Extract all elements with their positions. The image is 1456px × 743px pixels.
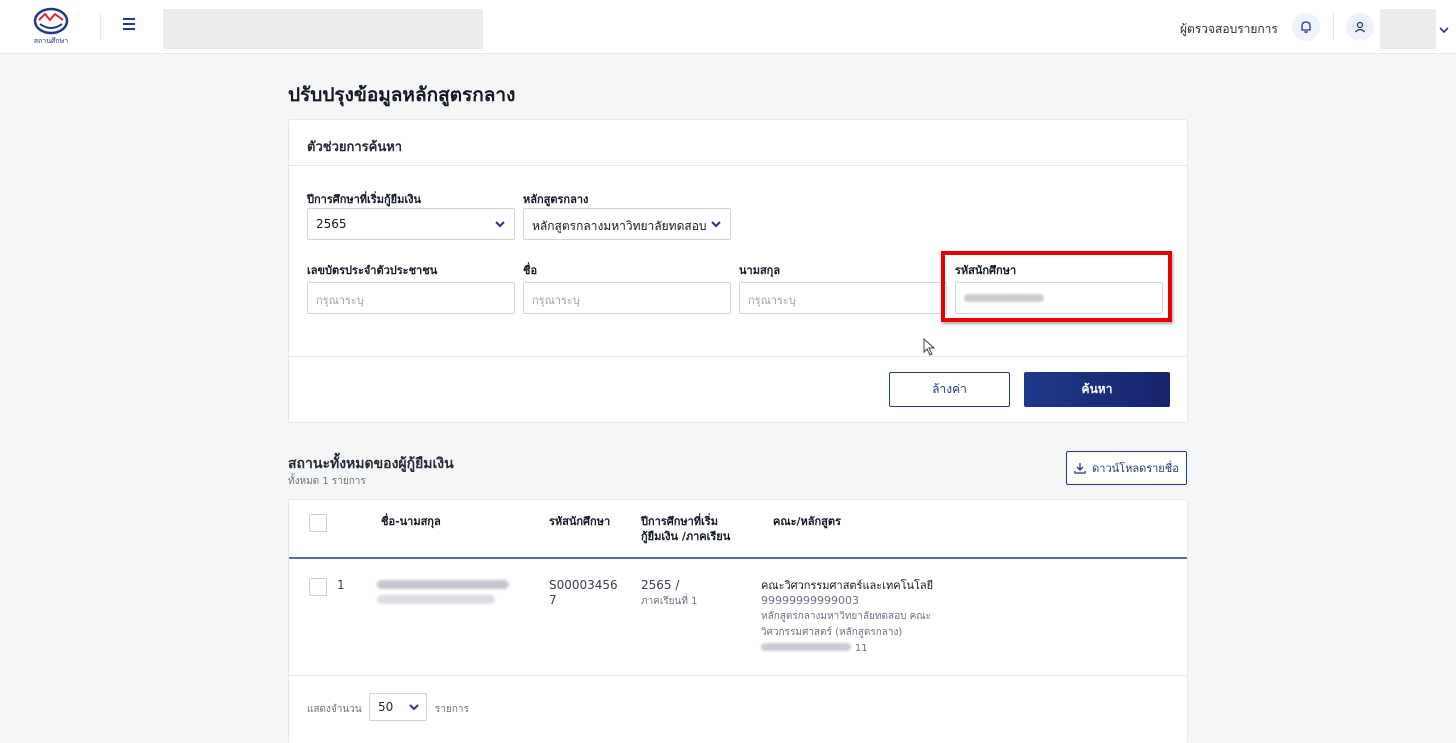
download-list-button[interactable]: ดาวน์โหลดรายชื่อ bbox=[1066, 451, 1187, 485]
column-header-student-id: รหัสนักศึกษา bbox=[549, 515, 611, 528]
curriculum-select[interactable]: หลักสูตรกลางมหาวิทยาลัยทดสอบ bbox=[523, 208, 731, 240]
year-label: ปีการศึกษาที่เริ่มกู้ยืมเงิน bbox=[307, 193, 421, 206]
year-select[interactable]: 2565 bbox=[307, 208, 515, 240]
id-card-label: เลขบัตรประจำตัวประชาชน bbox=[307, 264, 438, 277]
curriculum-label: หลักสูตรกลาง bbox=[523, 193, 589, 206]
results-count: ทั้งหมด 1 รายการ bbox=[288, 476, 366, 487]
results-title: สถานะทั้งหมดของผู้กู้ยืมเงิน bbox=[288, 456, 454, 472]
id-card-input[interactable]: กรุณาระบุ bbox=[307, 282, 515, 314]
user-name-box[interactable] bbox=[1380, 9, 1436, 49]
notification-bell-icon[interactable] bbox=[1292, 13, 1320, 41]
divider bbox=[289, 675, 1187, 676]
table-header-divider bbox=[289, 557, 1187, 559]
divider bbox=[100, 12, 101, 40]
page-size-select[interactable]: 50 bbox=[369, 693, 427, 721]
logo-text: สถานศึกษา bbox=[33, 37, 69, 45]
row-faculty: คณะวิศวกรรมศาสตร์และเทคโนโลยี 9999999999… bbox=[761, 579, 934, 654]
header-search-box[interactable] bbox=[163, 9, 483, 49]
divider bbox=[289, 356, 1187, 357]
page-title: ปรับปรุงข้อมูลหลักสูตรกลาง bbox=[288, 84, 516, 106]
divider bbox=[1333, 12, 1334, 40]
page-size-label: แสดงจำนวน bbox=[307, 704, 362, 715]
row-index: 1 bbox=[337, 578, 345, 592]
select-all-checkbox[interactable] bbox=[309, 514, 327, 532]
row-student-id: S00003456 7 bbox=[549, 578, 618, 607]
user-avatar-icon[interactable] bbox=[1346, 13, 1374, 41]
download-button-label: ดาวน์โหลดรายชื่อ bbox=[1092, 462, 1179, 475]
year-select-value: 2565 bbox=[316, 217, 347, 231]
download-icon bbox=[1074, 463, 1086, 474]
chevron-down-icon[interactable] bbox=[1438, 20, 1450, 39]
first-name-label: ชื่อ bbox=[523, 264, 538, 277]
column-header-year-term: ปีการศึกษาที่เริ่ม กู้ยืมเงิน /ภาคเรียน bbox=[641, 515, 731, 543]
row-year-term: 2565 / ภาคเรียนที่ 1 bbox=[641, 578, 698, 607]
mouse-cursor-icon bbox=[923, 338, 936, 356]
role-label: ผู้ตรวจสอบรายการ bbox=[1180, 22, 1278, 36]
chevron-down-icon bbox=[494, 218, 506, 232]
row-checkbox[interactable] bbox=[309, 578, 327, 596]
last-name-input[interactable]: กรุณาระบุ bbox=[739, 282, 947, 314]
row-name-redacted bbox=[377, 580, 517, 610]
first-name-input[interactable]: กรุณาระบุ bbox=[523, 282, 731, 314]
chevron-down-icon bbox=[408, 701, 420, 715]
search-button[interactable]: ค้นหา bbox=[1024, 372, 1170, 407]
last-name-label: นามสกุล bbox=[739, 264, 781, 277]
clear-button[interactable]: ล้างค่า bbox=[889, 372, 1010, 407]
column-header-faculty: คณะ/หลักสูตร bbox=[773, 515, 841, 528]
curriculum-select-value: หลักสูตรกลางมหาวิทยาลัยทดสอบ bbox=[532, 219, 707, 233]
page-size-unit: รายการ bbox=[435, 704, 469, 715]
chevron-down-icon bbox=[706, 218, 722, 232]
search-card-title: ตัวช่วยการค้นหา bbox=[289, 120, 1187, 166]
column-header-name: ชื่อ-นามสกุล bbox=[381, 515, 441, 528]
highlight-annotation bbox=[941, 251, 1172, 322]
menu-icon[interactable] bbox=[120, 18, 138, 36]
top-bar: สถานศึกษา ผู้ตรวจสอบรายการ bbox=[0, 0, 1456, 54]
results-table: ชื่อ-นามสกุล รหัสนักศึกษา ปีการศึกษาที่เ… bbox=[288, 499, 1188, 743]
